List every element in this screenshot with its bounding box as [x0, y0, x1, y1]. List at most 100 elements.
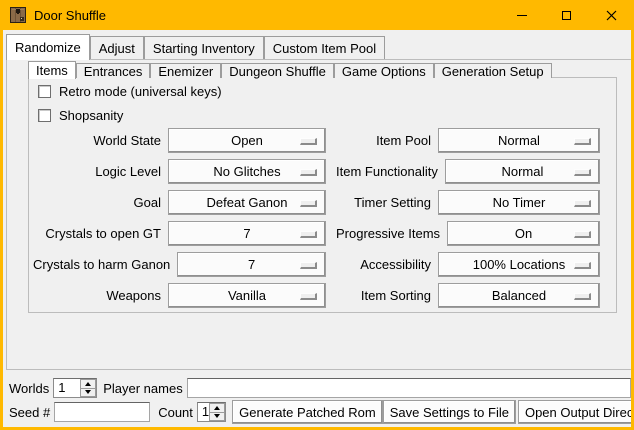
titlebar: Door Shuffle: [0, 0, 634, 30]
maximize-icon: [562, 11, 571, 20]
world-state-dropdown[interactable]: Open: [168, 128, 326, 153]
tab-dungeon-shuffle[interactable]: Dungeon Shuffle: [221, 63, 334, 78]
window-title: Door Shuffle: [34, 8, 106, 23]
count-value: 1: [198, 403, 209, 421]
seed-row: Seed # Count 1 Generate Patched Rom Save…: [9, 400, 631, 424]
worlds-spinner[interactable]: 1: [53, 378, 97, 398]
caption-buttons: [499, 0, 634, 30]
dropdown-slit-icon: [574, 169, 591, 176]
tab-items[interactable]: Items: [28, 61, 76, 79]
dropdown-slit-icon: [300, 293, 317, 300]
maximize-button[interactable]: [544, 0, 589, 30]
item-functionality-dropdown[interactable]: Normal: [445, 159, 600, 184]
accessibility-value: 100% Locations: [473, 257, 566, 272]
dropdown-slit-icon: [574, 200, 591, 207]
worlds-row: Worlds 1 Player names: [9, 378, 631, 398]
retro-mode-label: Retro mode (universal keys): [59, 84, 222, 99]
logic-level-value: No Glitches: [213, 164, 280, 179]
weapons-dropdown[interactable]: Vanilla: [168, 283, 326, 308]
goal-label: Goal: [33, 195, 161, 210]
timer-setting-row: Timer Setting No Timer: [336, 190, 600, 215]
progressive-items-row: Progressive Items On: [336, 221, 600, 246]
crystals-ganon-dropdown[interactable]: 7: [177, 252, 326, 277]
progressive-items-value: On: [515, 226, 532, 241]
retro-mode-checkbox[interactable]: [38, 85, 51, 98]
item-sorting-dropdown[interactable]: Balanced: [438, 283, 600, 308]
accessibility-dropdown[interactable]: 100% Locations: [438, 252, 600, 277]
tab-adjust[interactable]: Adjust: [90, 36, 144, 59]
world-state-value: Open: [231, 133, 263, 148]
timer-setting-dropdown[interactable]: No Timer: [438, 190, 600, 215]
player-names-label: Player names: [103, 381, 182, 396]
count-spinner-arrows: [209, 403, 225, 421]
dropdown-slit-icon: [300, 200, 317, 207]
tab-custom-item-pool[interactable]: Custom Item Pool: [264, 36, 385, 59]
accessibility-row: Accessibility 100% Locations: [336, 252, 600, 277]
dropdown-slit-icon: [300, 138, 317, 145]
item-pool-label: Item Pool: [336, 133, 431, 148]
tab-game-options[interactable]: Game Options: [334, 63, 434, 78]
retro-mode-checkbox-row: Retro mode (universal keys): [38, 84, 222, 99]
weapons-row: Weapons Vanilla: [33, 283, 326, 308]
weapons-value: Vanilla: [228, 288, 266, 303]
main-tab-bar: Randomize Adjust Starting Inventory Cust…: [3, 30, 385, 59]
arrow-down-icon[interactable]: [80, 389, 96, 398]
crystals-gt-row: Crystals to open GT 7: [33, 221, 326, 246]
item-functionality-label: Item Functionality: [336, 164, 438, 179]
accessibility-label: Accessibility: [336, 257, 431, 272]
item-pool-dropdown[interactable]: Normal: [438, 128, 600, 153]
dropdown-slit-icon: [300, 262, 317, 269]
generate-patched-rom-button[interactable]: Generate Patched Rom: [232, 400, 383, 424]
progressive-items-label: Progressive Items: [336, 226, 440, 241]
close-icon: [606, 10, 617, 21]
bottom-bar: Worlds 1 Player names Seed # Count 1: [6, 370, 634, 427]
close-button[interactable]: [589, 0, 634, 30]
crystals-ganon-label: Crystals to harm Ganon: [33, 257, 170, 272]
shopsanity-checkbox[interactable]: [38, 109, 51, 122]
world-state-label: World State: [33, 133, 161, 148]
worlds-spinner-arrows: [80, 379, 96, 397]
logic-level-row: Logic Level No Glitches: [33, 159, 326, 184]
goal-value: Defeat Ganon: [207, 195, 288, 210]
progressive-items-dropdown[interactable]: On: [447, 221, 600, 246]
goal-dropdown[interactable]: Defeat Ganon: [168, 190, 326, 215]
timer-setting-label: Timer Setting: [336, 195, 431, 210]
item-sorting-row: Item Sorting Balanced: [336, 283, 600, 308]
seed-label: Seed #: [9, 405, 50, 420]
shopsanity-label: Shopsanity: [59, 108, 123, 123]
crystals-ganon-value: 7: [248, 257, 255, 272]
crystals-gt-label: Crystals to open GT: [33, 226, 161, 241]
tab-entrances[interactable]: Entrances: [76, 63, 151, 78]
dropdown-slit-icon: [574, 262, 591, 269]
app-window: Door Shuffle Randomize Adjust Starting I…: [0, 0, 634, 430]
dropdown-slit-icon: [574, 293, 591, 300]
arrow-up-icon[interactable]: [80, 379, 96, 389]
arrow-down-icon[interactable]: [209, 413, 225, 422]
player-names-input[interactable]: [187, 378, 631, 398]
count-label: Count: [158, 405, 193, 420]
item-sorting-value: Balanced: [492, 288, 546, 303]
tab-randomize[interactable]: Randomize: [6, 34, 90, 60]
arrow-up-icon[interactable]: [209, 403, 225, 413]
dropdown-slit-icon: [300, 169, 317, 176]
crystals-gt-dropdown[interactable]: 7: [168, 221, 326, 246]
sub-tab-bar: Items Entrances Enemizer Dungeon Shuffle…: [28, 60, 552, 78]
item-functionality-row: Item Functionality Normal: [336, 159, 600, 184]
minimize-button[interactable]: [499, 0, 544, 30]
seed-input[interactable]: [54, 402, 150, 422]
item-pool-row: Item Pool Normal: [336, 128, 600, 153]
world-state-row: World State Open: [33, 128, 326, 153]
tab-generation-setup[interactable]: Generation Setup: [434, 63, 552, 78]
open-output-directory-button[interactable]: Open Output Directory: [518, 400, 634, 424]
logic-level-dropdown[interactable]: No Glitches: [168, 159, 326, 184]
goal-row: Goal Defeat Ganon: [33, 190, 326, 215]
shopsanity-checkbox-row: Shopsanity: [38, 108, 123, 123]
dropdown-slit-icon: [574, 231, 591, 238]
minimize-icon: [517, 15, 527, 16]
tab-starting-inventory[interactable]: Starting Inventory: [144, 36, 264, 59]
count-spinner[interactable]: 1: [197, 402, 226, 422]
logic-level-label: Logic Level: [33, 164, 161, 179]
tab-enemizer[interactable]: Enemizer: [150, 63, 221, 78]
crystals-gt-value: 7: [243, 226, 250, 241]
save-settings-button[interactable]: Save Settings to File: [383, 400, 516, 424]
